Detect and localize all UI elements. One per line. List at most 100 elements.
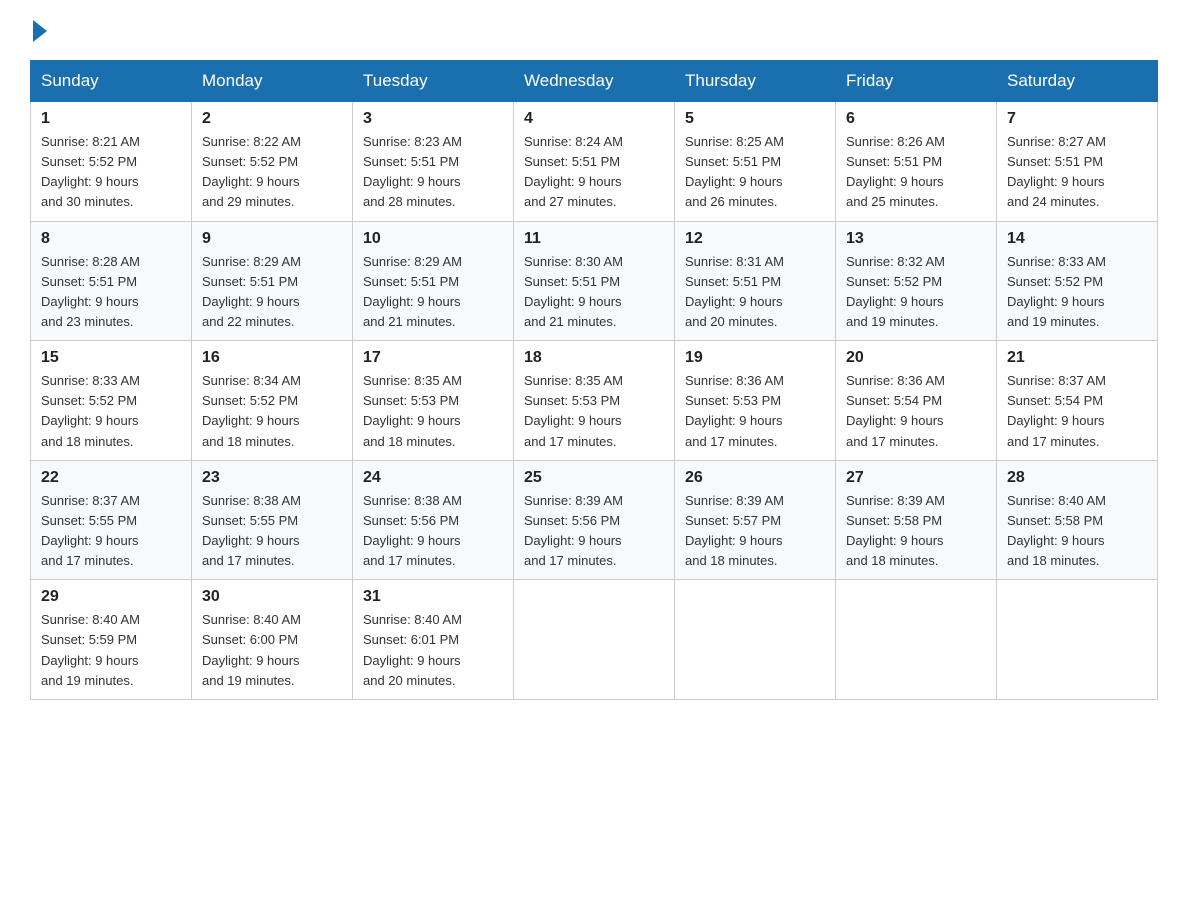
day-number: 3 <box>363 110 503 128</box>
calendar-week-row: 29 Sunrise: 8:40 AM Sunset: 5:59 PM Dayl… <box>31 580 1158 700</box>
day-info: Sunrise: 8:29 AM Sunset: 5:51 PM Dayligh… <box>202 252 342 333</box>
calendar-cell <box>836 580 997 700</box>
calendar-cell: 4 Sunrise: 8:24 AM Sunset: 5:51 PM Dayli… <box>514 102 675 222</box>
calendar-cell: 9 Sunrise: 8:29 AM Sunset: 5:51 PM Dayli… <box>192 221 353 341</box>
calendar-cell: 3 Sunrise: 8:23 AM Sunset: 5:51 PM Dayli… <box>353 102 514 222</box>
calendar-cell: 29 Sunrise: 8:40 AM Sunset: 5:59 PM Dayl… <box>31 580 192 700</box>
weekday-header-monday: Monday <box>192 61 353 102</box>
day-number: 2 <box>202 110 342 128</box>
calendar-cell: 27 Sunrise: 8:39 AM Sunset: 5:58 PM Dayl… <box>836 460 997 580</box>
calendar-week-row: 1 Sunrise: 8:21 AM Sunset: 5:52 PM Dayli… <box>31 102 1158 222</box>
day-info: Sunrise: 8:34 AM Sunset: 5:52 PM Dayligh… <box>202 371 342 452</box>
day-number: 8 <box>41 230 181 248</box>
calendar-cell: 14 Sunrise: 8:33 AM Sunset: 5:52 PM Dayl… <box>997 221 1158 341</box>
calendar-cell <box>675 580 836 700</box>
calendar-week-row: 8 Sunrise: 8:28 AM Sunset: 5:51 PM Dayli… <box>31 221 1158 341</box>
calendar-cell: 7 Sunrise: 8:27 AM Sunset: 5:51 PM Dayli… <box>997 102 1158 222</box>
day-number: 13 <box>846 230 986 248</box>
day-info: Sunrise: 8:39 AM Sunset: 5:56 PM Dayligh… <box>524 491 664 572</box>
day-number: 11 <box>524 230 664 248</box>
day-info: Sunrise: 8:38 AM Sunset: 5:55 PM Dayligh… <box>202 491 342 572</box>
calendar-cell: 24 Sunrise: 8:38 AM Sunset: 5:56 PM Dayl… <box>353 460 514 580</box>
day-info: Sunrise: 8:28 AM Sunset: 5:51 PM Dayligh… <box>41 252 181 333</box>
calendar-cell: 5 Sunrise: 8:25 AM Sunset: 5:51 PM Dayli… <box>675 102 836 222</box>
calendar-cell: 12 Sunrise: 8:31 AM Sunset: 5:51 PM Dayl… <box>675 221 836 341</box>
calendar-cell: 23 Sunrise: 8:38 AM Sunset: 5:55 PM Dayl… <box>192 460 353 580</box>
day-info: Sunrise: 8:33 AM Sunset: 5:52 PM Dayligh… <box>1007 252 1147 333</box>
day-number: 7 <box>1007 110 1147 128</box>
calendar-week-row: 22 Sunrise: 8:37 AM Sunset: 5:55 PM Dayl… <box>31 460 1158 580</box>
day-info: Sunrise: 8:26 AM Sunset: 5:51 PM Dayligh… <box>846 132 986 213</box>
day-number: 28 <box>1007 469 1147 487</box>
day-number: 1 <box>41 110 181 128</box>
day-number: 10 <box>363 230 503 248</box>
day-info: Sunrise: 8:40 AM Sunset: 6:00 PM Dayligh… <box>202 610 342 691</box>
logo-arrow-icon <box>33 20 47 42</box>
calendar-cell: 17 Sunrise: 8:35 AM Sunset: 5:53 PM Dayl… <box>353 341 514 461</box>
calendar-cell: 25 Sunrise: 8:39 AM Sunset: 5:56 PM Dayl… <box>514 460 675 580</box>
calendar-cell: 31 Sunrise: 8:40 AM Sunset: 6:01 PM Dayl… <box>353 580 514 700</box>
weekday-header-tuesday: Tuesday <box>353 61 514 102</box>
day-number: 5 <box>685 110 825 128</box>
calendar-cell: 11 Sunrise: 8:30 AM Sunset: 5:51 PM Dayl… <box>514 221 675 341</box>
calendar-cell: 22 Sunrise: 8:37 AM Sunset: 5:55 PM Dayl… <box>31 460 192 580</box>
day-number: 25 <box>524 469 664 487</box>
day-info: Sunrise: 8:30 AM Sunset: 5:51 PM Dayligh… <box>524 252 664 333</box>
weekday-header-sunday: Sunday <box>31 61 192 102</box>
day-number: 14 <box>1007 230 1147 248</box>
calendar-cell: 1 Sunrise: 8:21 AM Sunset: 5:52 PM Dayli… <box>31 102 192 222</box>
day-info: Sunrise: 8:32 AM Sunset: 5:52 PM Dayligh… <box>846 252 986 333</box>
calendar-table: SundayMondayTuesdayWednesdayThursdayFrid… <box>30 60 1158 700</box>
day-number: 30 <box>202 588 342 606</box>
day-number: 27 <box>846 469 986 487</box>
day-number: 4 <box>524 110 664 128</box>
day-info: Sunrise: 8:33 AM Sunset: 5:52 PM Dayligh… <box>41 371 181 452</box>
calendar-cell: 8 Sunrise: 8:28 AM Sunset: 5:51 PM Dayli… <box>31 221 192 341</box>
day-info: Sunrise: 8:23 AM Sunset: 5:51 PM Dayligh… <box>363 132 503 213</box>
calendar-cell <box>514 580 675 700</box>
day-info: Sunrise: 8:27 AM Sunset: 5:51 PM Dayligh… <box>1007 132 1147 213</box>
calendar-cell: 16 Sunrise: 8:34 AM Sunset: 5:52 PM Dayl… <box>192 341 353 461</box>
day-number: 19 <box>685 349 825 367</box>
day-number: 17 <box>363 349 503 367</box>
day-number: 29 <box>41 588 181 606</box>
calendar-cell: 6 Sunrise: 8:26 AM Sunset: 5:51 PM Dayli… <box>836 102 997 222</box>
calendar-cell: 30 Sunrise: 8:40 AM Sunset: 6:00 PM Dayl… <box>192 580 353 700</box>
calendar-cell: 28 Sunrise: 8:40 AM Sunset: 5:58 PM Dayl… <box>997 460 1158 580</box>
weekday-header-thursday: Thursday <box>675 61 836 102</box>
day-number: 18 <box>524 349 664 367</box>
day-number: 23 <box>202 469 342 487</box>
calendar-week-row: 15 Sunrise: 8:33 AM Sunset: 5:52 PM Dayl… <box>31 341 1158 461</box>
calendar-cell: 15 Sunrise: 8:33 AM Sunset: 5:52 PM Dayl… <box>31 341 192 461</box>
weekday-header-row: SundayMondayTuesdayWednesdayThursdayFrid… <box>31 61 1158 102</box>
calendar-cell: 18 Sunrise: 8:35 AM Sunset: 5:53 PM Dayl… <box>514 341 675 461</box>
calendar-cell: 21 Sunrise: 8:37 AM Sunset: 5:54 PM Dayl… <box>997 341 1158 461</box>
day-number: 26 <box>685 469 825 487</box>
calendar-cell: 20 Sunrise: 8:36 AM Sunset: 5:54 PM Dayl… <box>836 341 997 461</box>
day-info: Sunrise: 8:39 AM Sunset: 5:58 PM Dayligh… <box>846 491 986 572</box>
weekday-header-saturday: Saturday <box>997 61 1158 102</box>
calendar-cell: 19 Sunrise: 8:36 AM Sunset: 5:53 PM Dayl… <box>675 341 836 461</box>
day-number: 22 <box>41 469 181 487</box>
day-number: 6 <box>846 110 986 128</box>
day-info: Sunrise: 8:37 AM Sunset: 5:54 PM Dayligh… <box>1007 371 1147 452</box>
day-info: Sunrise: 8:21 AM Sunset: 5:52 PM Dayligh… <box>41 132 181 213</box>
day-info: Sunrise: 8:38 AM Sunset: 5:56 PM Dayligh… <box>363 491 503 572</box>
day-number: 12 <box>685 230 825 248</box>
day-info: Sunrise: 8:35 AM Sunset: 5:53 PM Dayligh… <box>524 371 664 452</box>
day-number: 16 <box>202 349 342 367</box>
day-info: Sunrise: 8:24 AM Sunset: 5:51 PM Dayligh… <box>524 132 664 213</box>
logo <box>30 20 47 42</box>
calendar-cell: 10 Sunrise: 8:29 AM Sunset: 5:51 PM Dayl… <box>353 221 514 341</box>
day-number: 15 <box>41 349 181 367</box>
day-info: Sunrise: 8:39 AM Sunset: 5:57 PM Dayligh… <box>685 491 825 572</box>
day-info: Sunrise: 8:40 AM Sunset: 5:59 PM Dayligh… <box>41 610 181 691</box>
day-info: Sunrise: 8:22 AM Sunset: 5:52 PM Dayligh… <box>202 132 342 213</box>
day-info: Sunrise: 8:40 AM Sunset: 5:58 PM Dayligh… <box>1007 491 1147 572</box>
day-number: 20 <box>846 349 986 367</box>
day-number: 24 <box>363 469 503 487</box>
day-number: 9 <box>202 230 342 248</box>
weekday-header-friday: Friday <box>836 61 997 102</box>
calendar-cell <box>997 580 1158 700</box>
day-number: 31 <box>363 588 503 606</box>
